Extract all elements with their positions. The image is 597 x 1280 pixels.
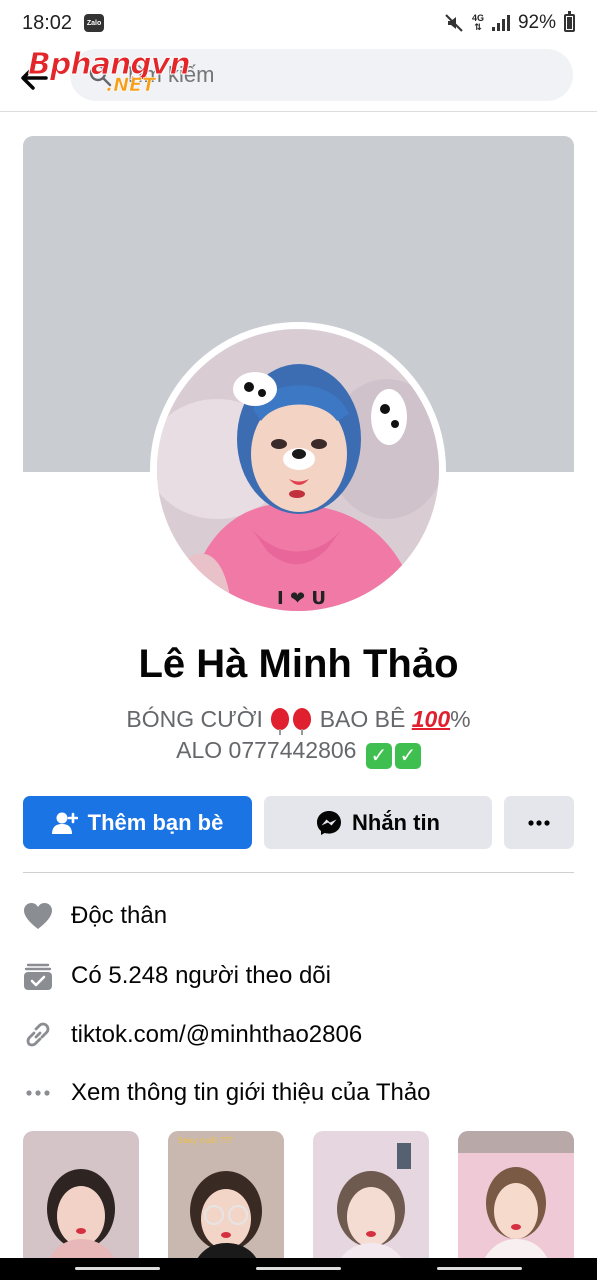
photo-caption: Sexy nuôi ???	[178, 1135, 232, 1145]
message-button[interactable]: Nhắn tin	[264, 796, 492, 849]
photo-thumbnail-image	[23, 1131, 139, 1271]
photo-thumbnail[interactable]	[313, 1131, 429, 1271]
avatar-image: I ❤ U	[157, 329, 439, 611]
more-dots-icon	[528, 819, 550, 826]
profile-name: Lê Hà Minh Thảo	[138, 642, 459, 686]
network-type-icon: 4G ⇅	[471, 13, 484, 32]
bio-percent: %	[450, 706, 471, 732]
see-about-label: Xem thông tin giới thiệu của Thảo	[71, 1079, 431, 1106]
relationship-status: Độc thân	[71, 902, 168, 929]
system-navigation-bar	[0, 1258, 597, 1280]
photo-thumbnail-image: Sexy nuôi ???	[168, 1131, 284, 1271]
tiktok-link[interactable]: tiktok.com/@minhthao2806	[71, 1021, 362, 1049]
nav-home-button[interactable]	[256, 1267, 341, 1270]
add-friend-label: Thêm bạn bè	[87, 809, 224, 835]
profile-picture[interactable]: I ❤ U	[150, 322, 446, 618]
bio-phone-text: ALO 0777442806	[176, 737, 357, 763]
nav-recent-apps-button[interactable]	[75, 1267, 160, 1270]
status-left: 18:02 Zalo	[22, 11, 105, 35]
balloon-icon	[293, 708, 312, 735]
photo-thumbnail[interactable]: Sexy nuôi ???	[168, 1131, 284, 1271]
add-friend-button[interactable]: Thêm bạn bè	[23, 796, 252, 849]
message-label: Nhắn tin	[352, 809, 440, 835]
followers-icon	[23, 961, 53, 991]
bio-line-2: ALO 0777442806 ✓ ✓	[0, 735, 597, 769]
photo-thumbnail[interactable]	[458, 1131, 574, 1271]
heart-icon	[23, 901, 53, 931]
watermark-logo: Bphangvn .NET	[28, 49, 192, 95]
bio-text-1: BÓNG CƯỜI	[126, 706, 263, 732]
signal-bar	[496, 23, 500, 31]
status-bar: 18:02 Zalo 4G ⇅ 92%	[0, 0, 597, 46]
followers-row[interactable]: Có 5.248 người theo dõi	[23, 956, 574, 996]
hundred-points-icon: 100	[411, 706, 451, 732]
profile-bio: BÓNG CƯỜI BAO BÊ 100% ALO 0777442806 ✓ ✓	[0, 704, 597, 769]
check-mark-icon: ✓	[394, 743, 421, 769]
website-link-row[interactable]: tiktok.com/@minhthao2806	[23, 1015, 574, 1055]
bio-line-1: BÓNG CƯỜI BAO BÊ 100%	[0, 704, 597, 735]
add-friend-icon	[51, 812, 78, 834]
messenger-icon	[317, 810, 341, 835]
link-icon	[23, 1020, 53, 1050]
relationship-row: Độc thân	[23, 896, 574, 936]
mute-icon	[445, 14, 463, 32]
network-type-label: 4G	[471, 13, 484, 23]
photo-thumbnail-image	[458, 1131, 574, 1271]
zalo-notification-icon: Zalo	[84, 14, 105, 32]
signal-bar	[491, 27, 495, 31]
balloon-icon	[271, 708, 290, 735]
photo-thumbnail-image	[313, 1131, 429, 1271]
status-right: 4G ⇅ 92%	[444, 11, 575, 34]
signal-bar	[501, 19, 505, 31]
bio-text-2: BAO BÊ	[319, 706, 406, 732]
status-time: 18:02	[22, 11, 73, 34]
nav-back-button[interactable]	[437, 1267, 522, 1270]
shirt-print: I ❤ U	[277, 588, 326, 609]
see-about-row[interactable]: Xem thông tin giới thiệu của Thảo	[23, 1073, 574, 1113]
signal-bar	[506, 15, 510, 31]
followers-count: Có 5.248 người theo dõi	[71, 962, 331, 989]
more-options-button[interactable]	[504, 796, 574, 849]
signal-icon	[491, 15, 510, 31]
more-dots-icon	[23, 1078, 53, 1108]
battery-percent: 92%	[517, 12, 556, 33]
photo-thumbnail[interactable]	[23, 1131, 139, 1271]
check-mark-icon: ✓	[365, 743, 392, 769]
avatar-photo-illustration: I ❤ U	[157, 329, 439, 611]
section-divider	[23, 872, 574, 873]
battery-icon	[564, 11, 575, 32]
